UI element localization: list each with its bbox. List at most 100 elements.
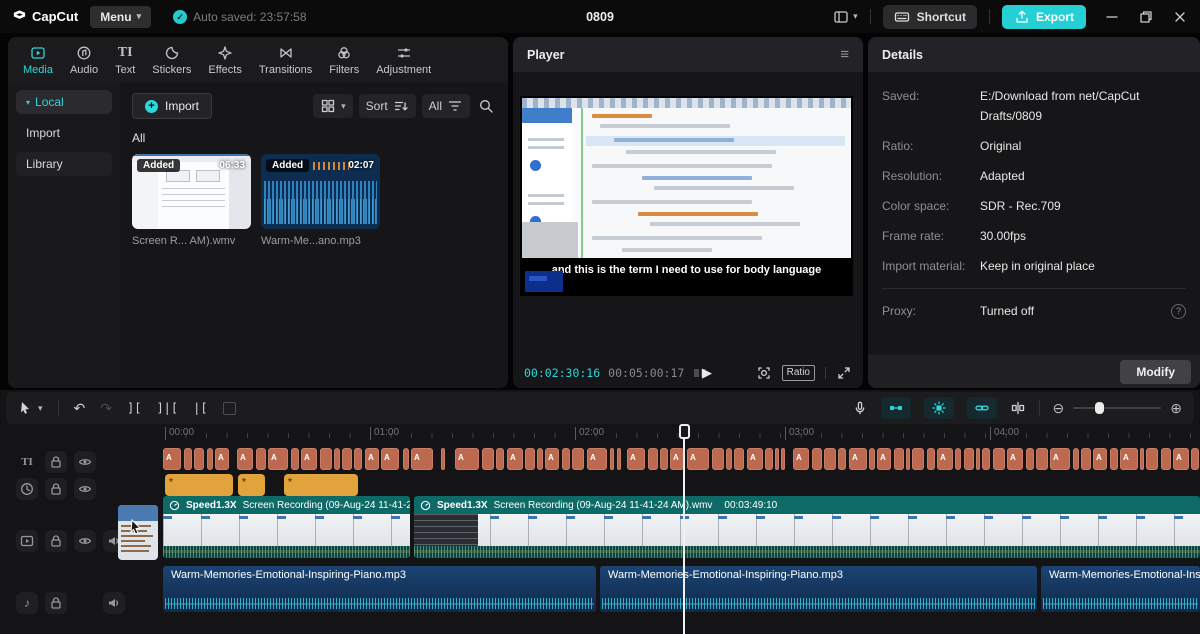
- text-clip[interactable]: A: [507, 448, 523, 470]
- sticker-clip[interactable]: *: [238, 474, 265, 496]
- media-item-audio[interactable]: Added02:07Warm-Me...ano.mp3: [261, 154, 380, 247]
- text-clip[interactable]: A: [268, 448, 288, 470]
- tab-adjustment[interactable]: Adjustment: [369, 42, 438, 78]
- text-clip[interactable]: A: [301, 448, 317, 470]
- tab-filters[interactable]: Filters: [322, 42, 366, 78]
- toggle-visibility-icon[interactable]: [74, 478, 96, 500]
- media-item-video[interactable]: Added06:33Screen R... AM).wmv: [132, 154, 251, 247]
- text-clip[interactable]: A: [877, 448, 891, 470]
- sticker-clip[interactable]: *: [284, 474, 358, 496]
- help-icon[interactable]: ?: [1171, 304, 1186, 319]
- cover-thumbnail[interactable]: [118, 505, 158, 560]
- text-clip[interactable]: [1073, 448, 1079, 470]
- text-clip[interactable]: [334, 448, 340, 470]
- shortcut-button[interactable]: Shortcut: [883, 5, 977, 29]
- tab-stickers[interactable]: Stickers: [145, 42, 198, 78]
- text-clip[interactable]: A: [670, 448, 684, 470]
- playhead-handle[interactable]: [679, 424, 690, 439]
- text-clip[interactable]: [441, 448, 445, 470]
- delete-button[interactable]: [223, 402, 236, 415]
- tab-text[interactable]: TIText: [108, 42, 142, 78]
- redo-button[interactable]: ↷: [100, 400, 112, 417]
- modify-button[interactable]: Modify: [1120, 360, 1191, 384]
- text-clip[interactable]: [964, 448, 974, 470]
- text-clip[interactable]: [184, 448, 192, 470]
- text-clip[interactable]: A: [1050, 448, 1070, 470]
- text-clip[interactable]: A: [1007, 448, 1023, 470]
- audio-clip[interactable]: Warm-Memories-Emotional-Inspiring-Piano.…: [1041, 566, 1200, 612]
- track-mode-button[interactable]: [1010, 400, 1026, 416]
- text-clip[interactable]: [955, 448, 961, 470]
- zoom-in-button[interactable]: ⊕: [1170, 400, 1182, 417]
- text-clip[interactable]: [291, 448, 299, 470]
- text-clip[interactable]: [765, 448, 773, 470]
- text-clip[interactable]: [1036, 448, 1048, 470]
- tab-audio[interactable]: Audio: [63, 42, 105, 78]
- layout-switch-button[interactable]: ▾: [833, 9, 858, 25]
- minimize-button[interactable]: [1104, 9, 1120, 25]
- text-clip[interactable]: [927, 448, 935, 470]
- zoom-out-button[interactable]: ⊖: [1053, 400, 1065, 417]
- text-clip[interactable]: A: [163, 448, 181, 470]
- text-clip[interactable]: [617, 448, 621, 470]
- text-clip[interactable]: [1140, 448, 1144, 470]
- magnet-snap-toggle[interactable]: [881, 397, 911, 419]
- text-clip[interactable]: [496, 448, 504, 470]
- media-thumbnail[interactable]: Added06:33: [132, 154, 251, 229]
- text-clip[interactable]: [812, 448, 822, 470]
- player-menu-icon[interactable]: ≡: [840, 46, 849, 63]
- export-button[interactable]: Export: [1002, 5, 1086, 29]
- timeline-zoom-slider[interactable]: [1073, 407, 1161, 409]
- lock-icon[interactable]: [45, 478, 67, 500]
- text-clip[interactable]: [912, 448, 924, 470]
- tab-effects[interactable]: Effects: [201, 42, 248, 78]
- text-clip[interactable]: [482, 448, 494, 470]
- text-clip[interactable]: [610, 448, 614, 470]
- select-tool-button[interactable]: ▾: [18, 400, 43, 416]
- text-clip[interactable]: [869, 448, 875, 470]
- text-clip[interactable]: A: [455, 448, 479, 470]
- media-thumbnail[interactable]: Added02:07: [261, 154, 380, 229]
- text-clip[interactable]: [648, 448, 658, 470]
- lock-icon[interactable]: [45, 451, 67, 473]
- text-clip[interactable]: [993, 448, 1005, 470]
- toggle-visibility-icon[interactable]: [74, 451, 96, 473]
- zoom-slider-handle[interactable]: [1095, 402, 1104, 414]
- text-clip[interactable]: [1110, 448, 1118, 470]
- text-clip[interactable]: [775, 448, 779, 470]
- preview-axis-toggle[interactable]: [924, 397, 954, 419]
- text-clip[interactable]: A: [237, 448, 253, 470]
- toggle-visibility-icon[interactable]: [74, 530, 96, 552]
- text-clip[interactable]: [320, 448, 332, 470]
- text-clip[interactable]: A: [937, 448, 953, 470]
- sticker-clip[interactable]: *: [165, 474, 233, 496]
- text-clip[interactable]: [660, 448, 668, 470]
- text-clip[interactable]: [906, 448, 910, 470]
- text-clip[interactable]: A: [687, 448, 709, 470]
- text-clip[interactable]: A: [1120, 448, 1138, 470]
- text-clip[interactable]: [194, 448, 204, 470]
- text-clip[interactable]: [1191, 448, 1199, 470]
- audio-clip[interactable]: Warm-Memories-Emotional-Inspiring-Piano.…: [600, 566, 1037, 612]
- text-clip[interactable]: [838, 448, 846, 470]
- sidebar-item-import[interactable]: Import: [16, 121, 112, 145]
- tab-transitions[interactable]: Transitions: [252, 42, 319, 78]
- text-clip[interactable]: A: [587, 448, 607, 470]
- undo-button[interactable]: ↶: [74, 400, 86, 417]
- text-clip[interactable]: [726, 448, 732, 470]
- text-clip[interactable]: A: [1093, 448, 1107, 470]
- text-clip[interactable]: [525, 448, 535, 470]
- text-clip[interactable]: [403, 448, 409, 470]
- text-clip[interactable]: [207, 448, 213, 470]
- text-clip[interactable]: A: [627, 448, 645, 470]
- split-button[interactable]: ]|[: [156, 401, 178, 415]
- text-clip[interactable]: [256, 448, 266, 470]
- text-clip[interactable]: [342, 448, 352, 470]
- text-clip[interactable]: A: [365, 448, 379, 470]
- record-voiceover-button[interactable]: [852, 400, 868, 416]
- text-clip[interactable]: [1146, 448, 1158, 470]
- text-clip[interactable]: [562, 448, 570, 470]
- text-clip[interactable]: [1026, 448, 1034, 470]
- text-clip[interactable]: [976, 448, 980, 470]
- lock-icon[interactable]: [45, 592, 67, 614]
